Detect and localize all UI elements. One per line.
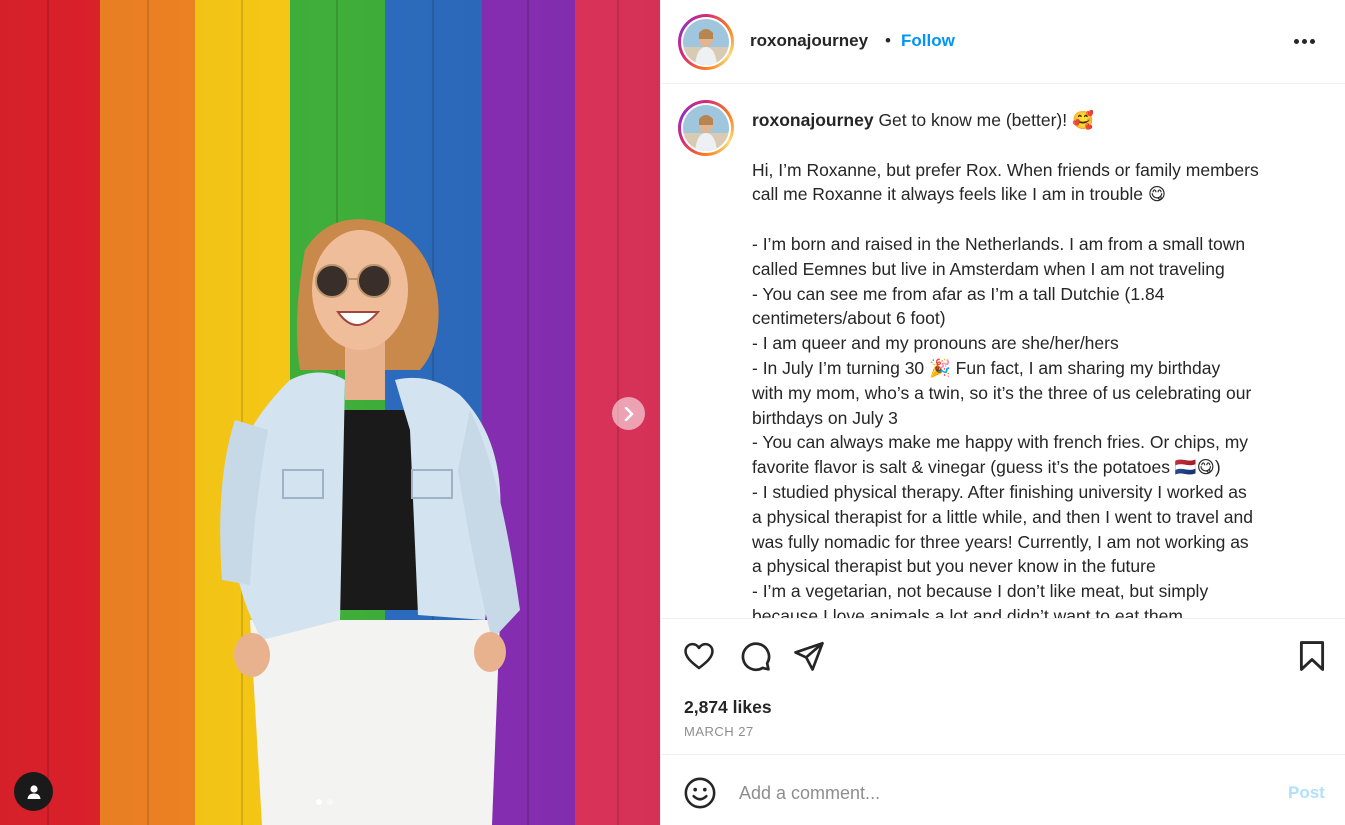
- caption-line-0: Get to know me (better)! 🥰: [878, 110, 1094, 130]
- post-media[interactable]: [0, 0, 660, 825]
- carousel-dot: [327, 799, 333, 805]
- more-options-icon: [1293, 38, 1299, 44]
- caption-line-13: - You can always make me happy with fren…: [752, 432, 1249, 453]
- caption-line-20: because I love animals a lot and didn’t …: [752, 605, 1183, 618]
- comment-input[interactable]: [739, 778, 1259, 808]
- likes-count[interactable]: 2,874 likes: [684, 697, 772, 718]
- smiley-icon: [684, 777, 716, 809]
- caption-username[interactable]: roxonajourney: [752, 110, 874, 130]
- carousel-indicator: [316, 799, 333, 805]
- avatar-image: [683, 19, 729, 65]
- user-tags-button[interactable]: [14, 772, 53, 811]
- caption-line-15: - I studied physical therapy. After fini…: [752, 481, 1247, 502]
- caption-line-5: - I’m born and raised in the Netherlands…: [752, 233, 1246, 254]
- caption-section: roxonajourney Get to know me (better)! 🥰…: [661, 84, 1345, 618]
- post-date[interactable]: MARCH 27: [684, 724, 754, 739]
- caption-line-11: with my mom, who’s a twin, so it’s the t…: [752, 382, 1252, 403]
- post-header: roxonajourney • Follow: [661, 0, 1345, 84]
- author-username[interactable]: roxonajourney: [750, 31, 868, 51]
- bookmark-icon: [1299, 641, 1325, 671]
- author-avatar[interactable]: [678, 14, 734, 70]
- post-actions: 2,874 likes MARCH 27: [661, 618, 1345, 755]
- post-comment-button[interactable]: Post: [1288, 783, 1325, 803]
- more-options-button[interactable]: [1289, 30, 1319, 52]
- caption-line-12: birthdays on July 3: [752, 407, 898, 428]
- caption-line-8: centimeters/about 6 foot): [752, 308, 946, 329]
- save-button[interactable]: [1295, 639, 1329, 673]
- follow-button[interactable]: Follow: [901, 31, 955, 51]
- caption-line-17: was fully nomadic for three years! Curre…: [752, 531, 1249, 552]
- caption-line-18: a physical therapist but you never know …: [752, 556, 1156, 577]
- like-button[interactable]: [682, 639, 716, 673]
- caption-line-16: a physical therapist for a little while,…: [752, 506, 1253, 527]
- caption-line-14: favorite flavor is salt & vinegar (guess…: [752, 457, 1221, 478]
- paper-plane-icon: [794, 641, 824, 671]
- carousel-dot-active: [316, 799, 322, 805]
- post-details-panel: roxonajourney • Follow roxonajourney Get…: [660, 0, 1345, 825]
- caption-line-3: call me Roxanne it always feels like I a…: [752, 184, 1167, 205]
- comment-bubble-icon: [741, 642, 771, 672]
- caption-line-19: - I’m a vegetarian, not because I don’t …: [752, 581, 1209, 602]
- emoji-picker-button[interactable]: [683, 776, 717, 810]
- caption-line-2: Hi, I’m Roxanne, but prefer Rox. When fr…: [752, 159, 1259, 180]
- comment-composer: Post: [661, 756, 1345, 825]
- share-button[interactable]: [792, 639, 826, 673]
- comment-button[interactable]: [738, 639, 772, 673]
- post-photo: [0, 0, 660, 825]
- caption-line-9: - I am queer and my pronouns are she/her…: [752, 333, 1119, 354]
- caption-line-10: - In July I’m turning 30 🎉 Fun fact, I a…: [752, 357, 1221, 378]
- caption-line-7: - You can see me from afar as I’m a tall…: [752, 283, 1165, 304]
- chevron-right-icon: [624, 406, 633, 421]
- user-tag-icon: [27, 784, 40, 799]
- avatar-image: [683, 105, 729, 151]
- heart-icon: [684, 642, 714, 670]
- separator-dot: •: [885, 31, 891, 50]
- caption-text: roxonajourney Get to know me (better)! 🥰…: [752, 108, 1312, 618]
- caption-author-avatar[interactable]: [678, 100, 734, 156]
- carousel-next-button[interactable]: [612, 397, 645, 430]
- caption-line-6: called Eemnes but live in Amsterdam when…: [752, 258, 1225, 279]
